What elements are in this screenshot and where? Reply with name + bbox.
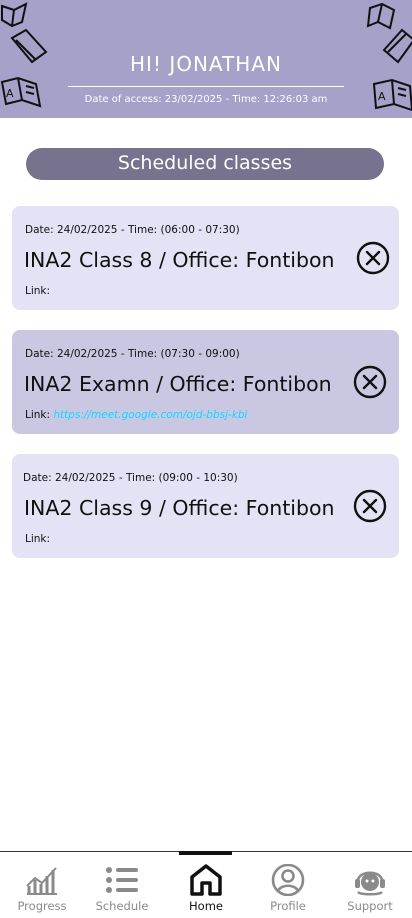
list-icon xyxy=(106,867,138,893)
nav-label: Profile xyxy=(270,899,306,913)
class-link-label: Link: xyxy=(25,409,51,421)
cancel-class-button[interactable] xyxy=(353,365,387,399)
chart-icon xyxy=(26,867,57,895)
access-info: Date of access: 23/02/2025 - Time: 12:26… xyxy=(84,94,328,105)
user-icon xyxy=(271,864,305,896)
nav-label: Support xyxy=(347,899,393,913)
class-link-row: Link: xyxy=(25,285,50,297)
class-link-label: Link: xyxy=(25,285,51,297)
class-link-label: Link: xyxy=(25,533,51,545)
class-title: INA2 Class 8 / Office: Fontibon xyxy=(24,248,335,272)
class-date-time: Date: 24/02/2025 - Time: (06:00 - 07:30) xyxy=(25,224,240,236)
active-indicator xyxy=(179,851,232,855)
class-title: INA2 Examn / Office: Fontibon xyxy=(24,372,332,396)
nav-item-support[interactable]: Support xyxy=(328,852,412,918)
bottom-navigation: Progress Schedule Home Profile Support xyxy=(0,851,412,918)
section-title: Scheduled classes xyxy=(26,148,384,180)
cancel-class-button[interactable] xyxy=(356,241,390,275)
nav-label: Progress xyxy=(17,899,67,913)
nav-label: Home xyxy=(189,899,223,913)
class-date-time: Date: 24/02/2025 - Time: (09:00 - 10:30) xyxy=(23,472,238,484)
nav-item-schedule[interactable]: Schedule xyxy=(80,852,164,918)
home-icon xyxy=(190,864,222,896)
class-link-row: Link: xyxy=(25,533,50,545)
support-icon xyxy=(355,871,385,896)
class-card: Date: 24/02/2025 - Time: (06:00 - 07:30)… xyxy=(12,206,399,310)
header-divider xyxy=(68,86,344,87)
meeting-link[interactable]: https://meet.google.com/ojd-bbsj-kbi xyxy=(53,409,247,421)
class-date-time: Date: 24/02/2025 - Time: (07:30 - 09:00) xyxy=(25,348,240,360)
cancel-class-button[interactable] xyxy=(353,489,387,523)
nav-label: Schedule xyxy=(95,899,149,913)
nav-item-profile[interactable]: Profile xyxy=(246,852,330,918)
nav-item-progress[interactable]: Progress xyxy=(0,852,84,918)
class-title: INA2 Class 9 / Office: Fontibon xyxy=(24,496,335,520)
class-card: Date: 24/02/2025 - Time: (07:30 - 09:00)… xyxy=(12,330,399,434)
greeting-title: HI! JONATHAN xyxy=(130,52,282,76)
class-card: Date: 24/02/2025 - Time: (09:00 - 10:30)… xyxy=(12,454,399,558)
class-link-row: Link: https://meet.google.com/ojd-bbsj-k… xyxy=(25,409,247,421)
nav-item-home[interactable]: Home xyxy=(164,851,248,918)
header-banner: A A HI! JONATHAN Date of access: 23/02/2… xyxy=(0,0,412,118)
